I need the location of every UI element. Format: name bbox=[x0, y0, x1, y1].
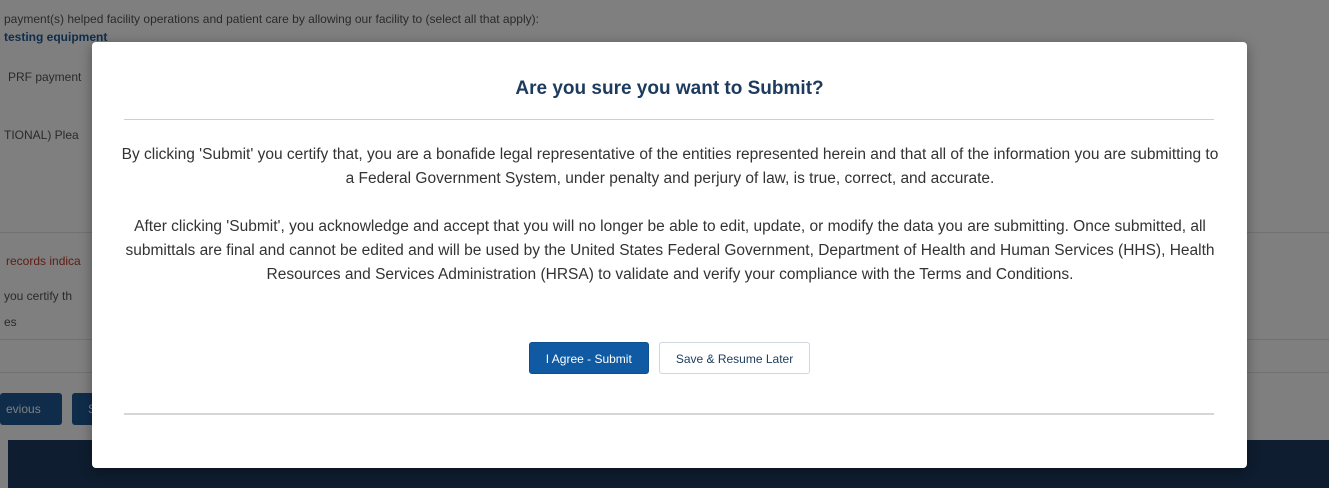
dialog-divider bbox=[124, 119, 1214, 120]
save-resume-later-button[interactable]: Save & Resume Later bbox=[658, 342, 811, 374]
certification-paragraph: By clicking 'Submit' you certify that, y… bbox=[121, 146, 1219, 187]
agree-submit-button[interactable]: I Agree - Submit bbox=[528, 342, 649, 374]
dialog-actions: I Agree - Submit Save & Resume Later bbox=[92, 342, 1247, 374]
page: payment(s) helped facility operations an… bbox=[0, 0, 1329, 488]
dialog-title: Are you sure you want to Submit? bbox=[515, 78, 824, 99]
submit-confirmation-dialog: Are you sure you want to Submit? By clic… bbox=[92, 42, 1247, 468]
dialog-body: By clicking 'Submit' you certify that, y… bbox=[120, 143, 1220, 311]
acknowledgement-paragraph: After clicking 'Submit', you acknowledge… bbox=[125, 218, 1215, 283]
dialog-divider bbox=[124, 413, 1214, 415]
